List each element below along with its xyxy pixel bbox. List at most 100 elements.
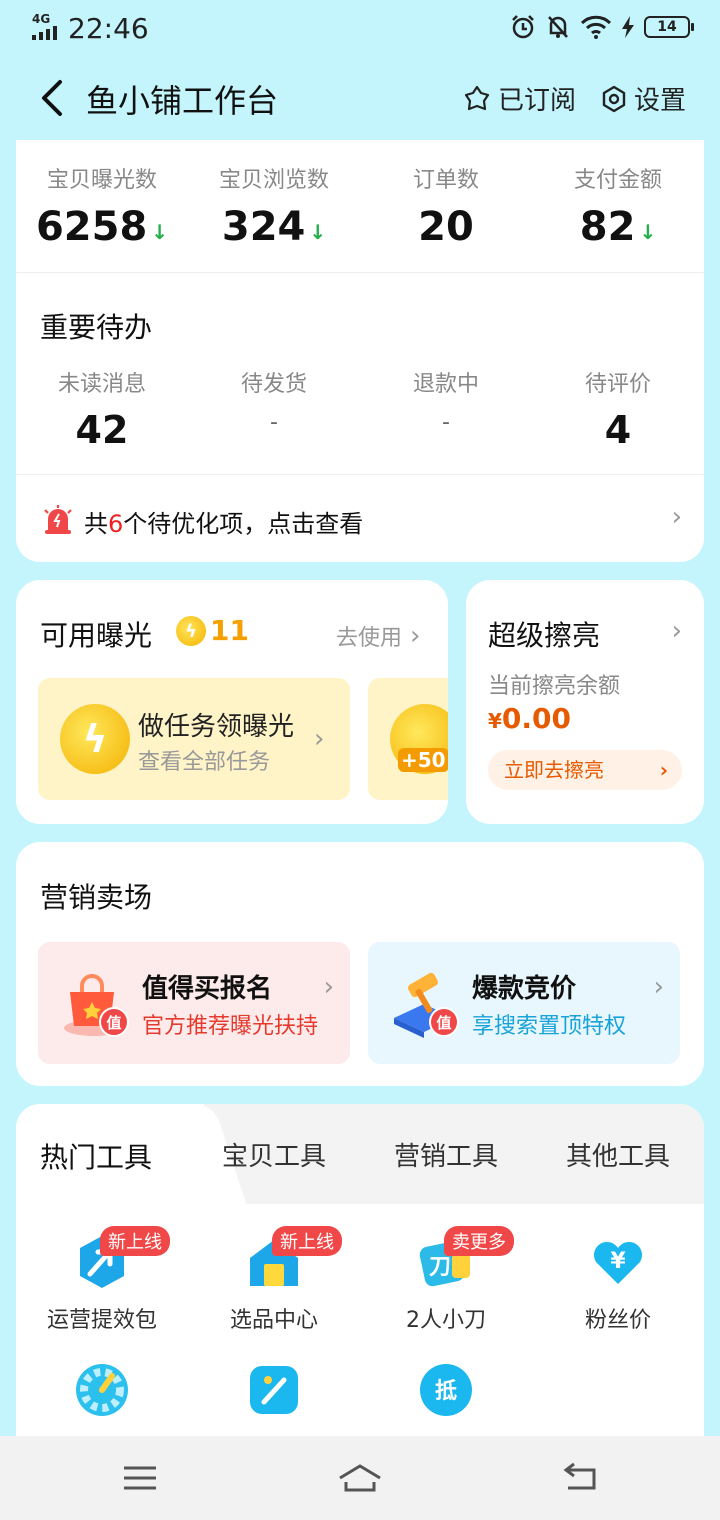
menu-icon[interactable] <box>120 1460 160 1496</box>
task-subtitle: 查看全部任务 <box>138 750 271 775</box>
subscribe-label: 已订阅 <box>498 86 577 116</box>
tool-name: 运营提效包 <box>46 1308 157 1333</box>
todo-title: 重要待办 <box>40 311 153 344</box>
tile-name: 爆款竞价 <box>472 974 577 1004</box>
knife-glyph: 刀 <box>429 1255 451 1280</box>
worth-buying-signup-tile[interactable]: 值 值得买报名 官方推荐曝光扶持 › <box>38 942 350 1064</box>
task-tile[interactable]: ϟ 做任务领曝光 查看全部任务 › <box>38 678 350 800</box>
divider <box>16 474 704 475</box>
chevron-right-icon: › <box>671 502 682 532</box>
brighten-title: 超级擦亮 <box>488 619 601 652</box>
tab-marketing-tools[interactable]: 营销工具 <box>394 1136 498 1173</box>
tab-item-tools[interactable]: 宝贝工具 <box>222 1136 326 1173</box>
header: 鱼小铺工作台 已订阅 设置 <box>0 56 720 140</box>
down-arrow-icon: ↓ <box>639 220 657 244</box>
exposure-title: 可用曝光 <box>40 619 153 652</box>
down-arrow-icon: ↓ <box>151 220 169 244</box>
tool-badge: 新上线 <box>272 1226 342 1256</box>
bonus-tile[interactable]: +50 <box>368 678 448 800</box>
stat-label: 宝贝浏览数 <box>218 168 329 193</box>
todo-value: - <box>442 410 450 435</box>
alert-siren-icon <box>44 505 72 534</box>
hot-bidding-tile[interactable]: 值 爆款竞价 享搜索置顶特权 › <box>368 942 680 1064</box>
todo-to-review[interactable]: 待评价 4 <box>532 366 704 452</box>
todo-to-ship[interactable]: 待发货 - <box>188 366 360 435</box>
chevron-right-icon: › <box>659 758 668 782</box>
lightning-coin-icon: ϟ <box>176 616 206 646</box>
optimize-items-row[interactable]: 共6个待优化项，点击查看 › <box>16 476 704 562</box>
alarm-icon <box>512 15 534 39</box>
stat-views[interactable]: 宝贝浏览数 324 ↓ <box>188 162 360 250</box>
lightning-coin-icon: ϟ <box>60 704 130 774</box>
tool-fan-price[interactable]: ¥ 粉丝价 <box>532 1234 704 1334</box>
shopping-bag-icon: 值 <box>64 974 129 1037</box>
down-arrow-icon: ↓ <box>309 220 327 244</box>
tool-coin-deduct[interactable]: 抵 闲鱼币抵扣 <box>360 1362 532 1444</box>
mute-bell-icon <box>548 16 568 38</box>
settings-button[interactable]: 设置 <box>600 80 686 117</box>
wand-icon <box>250 1366 298 1414</box>
overview-card: 宝贝曝光数 6258 ↓ 宝贝浏览数 324 ↓ 订单数 20 支付金额 82 ↓ 重… <box>16 140 704 562</box>
go-use-link[interactable]: 去使用 › <box>336 620 420 652</box>
settings-icon <box>602 85 626 112</box>
brighten-balance: ¥0.00 <box>488 702 571 735</box>
tool-product-center[interactable]: 新上线 选品中心 <box>188 1226 360 1334</box>
stat-orders[interactable]: 订单数 20 <box>360 162 532 250</box>
subscribe-button[interactable]: 已订阅 <box>462 80 576 117</box>
tab-hot-tools[interactable]: 热门工具 <box>40 1136 152 1176</box>
tile-desc: 享搜索置顶特权 <box>472 1014 627 1039</box>
status-bar: 4G 22:46 14 <box>0 0 720 56</box>
status-icons: 14 <box>510 14 694 40</box>
todo-value: - <box>270 410 278 435</box>
tools-tabbar: 热门工具 宝贝工具 营销工具 其他工具 <box>16 1104 704 1204</box>
back-nav-icon[interactable] <box>560 1460 600 1496</box>
tool-ops-boost[interactable]: 新上线 运营提效包 <box>16 1226 188 1334</box>
todo-unread[interactable]: 未读消息 42 <box>16 366 188 452</box>
brighten-now-button[interactable]: 立即去擦亮 › <box>488 750 682 790</box>
battery-icon: 14 <box>644 16 694 38</box>
todo-label: 待发货 <box>240 372 307 397</box>
stat-value: 6258 <box>35 204 148 250</box>
clock: 22:46 <box>68 12 149 45</box>
page-title: 鱼小铺工作台 <box>86 82 279 120</box>
home-icon[interactable] <box>336 1460 384 1496</box>
bonus-label: +50 <box>398 748 448 772</box>
task-title: 做任务领曝光 <box>138 712 295 742</box>
todo-value: 4 <box>604 408 632 452</box>
todo-value: 42 <box>75 408 129 452</box>
stat-label: 订单数 <box>412 168 479 193</box>
optimize-suffix: 个待优化项，点击查看 <box>123 510 364 538</box>
tile-name: 值得买报名 <box>142 974 273 1004</box>
tools-card: 热门工具 宝贝工具 营销工具 其他工具 新上线 运营提效包 新上线 选品中心 刀… <box>16 1104 704 1444</box>
todo-label: 未读消息 <box>57 372 146 397</box>
worth-badge-text: 值 <box>106 1014 121 1032</box>
optimize-count: 6 <box>108 510 124 538</box>
system-nav-bar <box>0 1436 720 1520</box>
marketing-title: 营销卖场 <box>40 881 153 914</box>
tool-name: 选品中心 <box>229 1308 318 1333</box>
back-icon[interactable] <box>36 78 70 118</box>
stat-exposure[interactable]: 宝贝曝光数 6258 ↓ <box>16 162 188 250</box>
tool-fan-lottery[interactable]: 粉丝抽奖 <box>16 1362 188 1444</box>
tile-desc: 官方推荐曝光扶持 <box>142 1014 319 1039</box>
exposure-count: 11 <box>210 614 249 647</box>
tab-other-tools[interactable]: 其他工具 <box>566 1136 670 1173</box>
todo-label: 退款中 <box>412 372 479 397</box>
tool-two-person-knife[interactable]: 刀 卖更多 2人小刀 <box>360 1226 532 1334</box>
lottery-icon <box>76 1364 128 1416</box>
todo-label: 待评价 <box>584 372 651 397</box>
stat-value: 82 <box>579 204 636 250</box>
tool-super-brighten[interactable]: 超级擦亮 <box>188 1362 360 1444</box>
tool-badge: 新上线 <box>100 1226 170 1256</box>
super-brighten-card[interactable]: 超级擦亮 › 当前擦亮余额 ¥0.00 立即去擦亮 › <box>466 580 704 824</box>
yen-glyph: ¥ <box>610 1249 626 1274</box>
stat-label: 支付金额 <box>573 168 662 193</box>
currency-symbol: ¥ <box>488 709 502 733</box>
chevron-right-icon: › <box>653 972 664 1002</box>
chevron-right-icon: › <box>410 621 421 651</box>
balance-amount: 0.00 <box>501 702 572 735</box>
stat-payment[interactable]: 支付金额 82 ↓ <box>532 162 704 250</box>
charging-icon <box>622 16 634 38</box>
chevron-right-icon: › <box>314 724 325 754</box>
todo-refunding[interactable]: 退款中 - <box>360 366 532 435</box>
